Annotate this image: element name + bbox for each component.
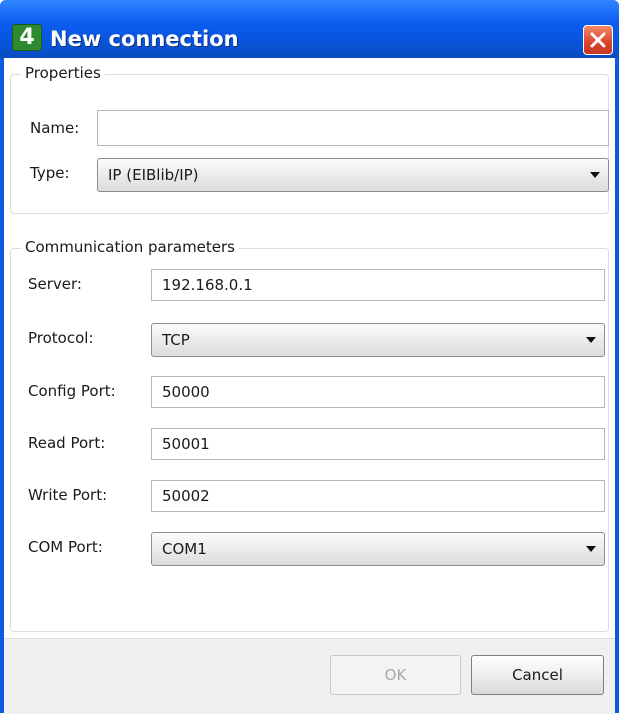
protocol-select-value: TCP (162, 331, 190, 349)
chevron-down-icon (586, 337, 596, 343)
read-port-label: Read Port: (28, 434, 106, 452)
write-port-label: Write Port: (28, 486, 108, 504)
communication-group: Communication parameters Server: 192.168… (10, 238, 609, 632)
config-port-label: Config Port: (28, 382, 116, 400)
com-port-select[interactable]: COM1 (151, 532, 605, 566)
dialog-title: New connection (50, 27, 239, 51)
name-input[interactable] (97, 110, 609, 146)
app-logo-icon: 4 (12, 24, 42, 51)
chevron-down-icon (586, 546, 596, 552)
read-port-input[interactable]: 50001 (151, 428, 605, 460)
close-icon (590, 32, 606, 48)
dialog-body: Properties Name: Type: IP (EIBlib/IP) Co… (4, 58, 615, 714)
ok-button[interactable]: OK (330, 655, 461, 695)
server-input[interactable]: 192.168.0.1 (151, 269, 605, 301)
properties-group: Properties Name: Type: IP (EIBlib/IP) (10, 64, 609, 214)
name-label: Name: (30, 119, 80, 137)
chevron-down-icon (590, 172, 600, 178)
server-label: Server: (28, 275, 82, 293)
title-bar[interactable]: 4 New connection (0, 0, 619, 58)
new-connection-dialog: 4 New connection Properties Name: Type: … (0, 0, 619, 714)
type-label: Type: (30, 164, 70, 182)
communication-group-title: Communication parameters (21, 238, 239, 256)
type-select-value: IP (EIBlib/IP) (108, 166, 199, 184)
cancel-button[interactable]: Cancel (471, 655, 604, 695)
com-port-label: COM Port: (28, 538, 103, 556)
protocol-select[interactable]: TCP (151, 323, 605, 357)
dialog-footer: OK Cancel (4, 638, 615, 714)
com-port-select-value: COM1 (162, 540, 207, 558)
type-select[interactable]: IP (EIBlib/IP) (97, 158, 609, 192)
protocol-label: Protocol: (28, 329, 94, 347)
config-port-input[interactable]: 50000 (151, 376, 605, 408)
close-button[interactable] (583, 25, 613, 55)
properties-group-title: Properties (21, 64, 105, 82)
write-port-input[interactable]: 50002 (151, 480, 605, 512)
